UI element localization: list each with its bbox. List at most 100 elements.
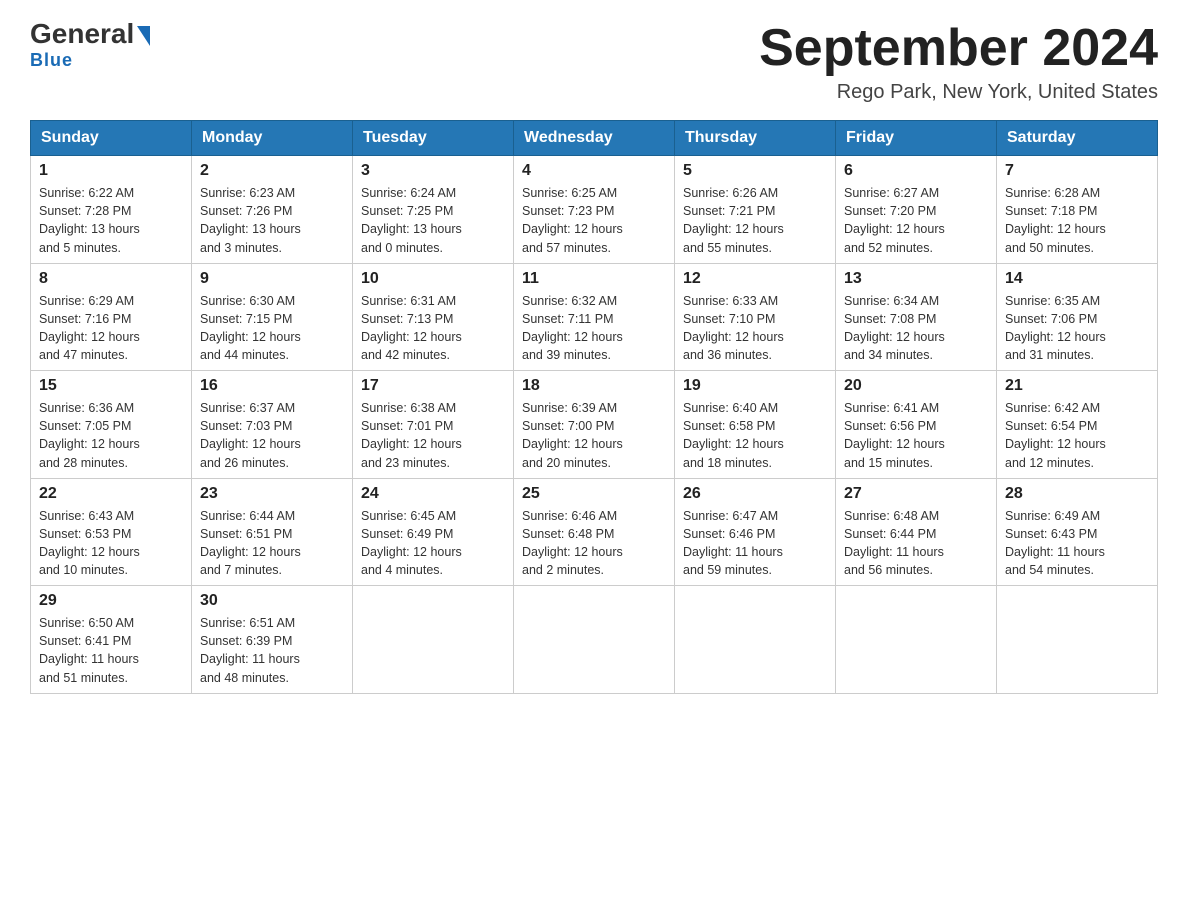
day-info: Sunrise: 6:37 AM Sunset: 7:03 PM Dayligh… bbox=[200, 399, 344, 472]
day-info: Sunrise: 6:48 AM Sunset: 6:44 PM Dayligh… bbox=[844, 507, 988, 580]
table-row: 29Sunrise: 6:50 AM Sunset: 6:41 PM Dayli… bbox=[31, 586, 192, 694]
table-row: 18Sunrise: 6:39 AM Sunset: 7:00 PM Dayli… bbox=[514, 371, 675, 479]
calendar-week-5: 29Sunrise: 6:50 AM Sunset: 6:41 PM Dayli… bbox=[31, 586, 1158, 694]
day-number: 6 bbox=[844, 162, 988, 180]
day-number: 19 bbox=[683, 377, 827, 395]
table-row: 8Sunrise: 6:29 AM Sunset: 7:16 PM Daylig… bbox=[31, 263, 192, 371]
table-row: 24 Sunrise: 6:45 AM Sunset: 6:49 PM Dayli… bbox=[353, 478, 514, 586]
day-number: 7 bbox=[1005, 162, 1149, 180]
table-row: 2 Sunrise: 6:23 AM Sunset: 7:26 PM Daylig… bbox=[192, 156, 353, 264]
calendar-header-row: Sunday Monday Tuesday Wednesday Thursday… bbox=[31, 121, 1158, 156]
day-info: Sunrise: 6:38 AM Sunset: 7:01 PM Dayligh… bbox=[361, 399, 505, 472]
calendar-table: Sunday Monday Tuesday Wednesday Thursday… bbox=[30, 120, 1158, 694]
table-row: 27 Sunrise: 6:48 AM Sunset: 6:44 PM Dayli… bbox=[836, 478, 997, 586]
day-info: Sunrise: 6:35 AM Sunset: 7:06 PM Dayligh… bbox=[1005, 292, 1149, 365]
day-info: Sunrise: 6:42 AM Sunset: 6:54 PM Dayligh… bbox=[1005, 399, 1149, 472]
table-row: 14 Sunrise: 6:35 AM Sunset: 7:06 PM Dayli… bbox=[997, 263, 1158, 371]
table-row: 1Sunrise: 6:22 AM Sunset: 7:28 PM Daylig… bbox=[31, 156, 192, 264]
table-row bbox=[997, 586, 1158, 694]
day-info: Sunrise: 6:40 AM Sunset: 6:58 PM Dayligh… bbox=[683, 399, 827, 472]
header-wednesday: Wednesday bbox=[514, 121, 675, 156]
table-row: 6Sunrise: 6:27 AM Sunset: 7:20 PM Daylig… bbox=[836, 156, 997, 264]
header-sunday: Sunday bbox=[31, 121, 192, 156]
day-number: 28 bbox=[1005, 485, 1149, 503]
location-subtitle: Rego Park, New York, United States bbox=[759, 81, 1158, 104]
day-info: Sunrise: 6:44 AM Sunset: 6:51 PM Dayligh… bbox=[200, 507, 344, 580]
day-number: 11 bbox=[522, 270, 666, 288]
day-info: Sunrise: 6:51 AM Sunset: 6:39 PM Dayligh… bbox=[200, 614, 344, 687]
table-row: 11 Sunrise: 6:32 AM Sunset: 7:11 PM Dayli… bbox=[514, 263, 675, 371]
day-number: 16 bbox=[200, 377, 344, 395]
day-number: 23 bbox=[200, 485, 344, 503]
day-number: 24 bbox=[361, 485, 505, 503]
table-row: 22 Sunrise: 6:43 AM Sunset: 6:53 PM Dayli… bbox=[31, 478, 192, 586]
table-row: 23 Sunrise: 6:44 AM Sunset: 6:51 PM Dayli… bbox=[192, 478, 353, 586]
day-number: 22 bbox=[39, 485, 183, 503]
table-row: 16 Sunrise: 6:37 AM Sunset: 7:03 PM Dayli… bbox=[192, 371, 353, 479]
day-number: 2 bbox=[200, 162, 344, 180]
day-info: Sunrise: 6:30 AM Sunset: 7:15 PM Dayligh… bbox=[200, 292, 344, 365]
table-row: 7Sunrise: 6:28 AM Sunset: 7:18 PM Daylig… bbox=[997, 156, 1158, 264]
day-info: Sunrise: 6:36 AM Sunset: 7:05 PM Dayligh… bbox=[39, 399, 183, 472]
logo-text: General bbox=[30, 20, 150, 48]
table-row bbox=[353, 586, 514, 694]
calendar-week-1: 1Sunrise: 6:22 AM Sunset: 7:28 PM Daylig… bbox=[31, 156, 1158, 264]
table-row: 9 Sunrise: 6:30 AM Sunset: 7:15 PM Daylig… bbox=[192, 263, 353, 371]
header-saturday: Saturday bbox=[997, 121, 1158, 156]
day-number: 12 bbox=[683, 270, 827, 288]
table-row: 17 Sunrise: 6:38 AM Sunset: 7:01 PM Dayli… bbox=[353, 371, 514, 479]
day-info: Sunrise: 6:49 AM Sunset: 6:43 PM Dayligh… bbox=[1005, 507, 1149, 580]
day-info: Sunrise: 6:31 AM Sunset: 7:13 PM Dayligh… bbox=[361, 292, 505, 365]
day-number: 25 bbox=[522, 485, 666, 503]
day-info: Sunrise: 6:41 AM Sunset: 6:56 PM Dayligh… bbox=[844, 399, 988, 472]
header-monday: Monday bbox=[192, 121, 353, 156]
table-row bbox=[836, 586, 997, 694]
day-number: 8 bbox=[39, 270, 183, 288]
day-number: 20 bbox=[844, 377, 988, 395]
day-number: 13 bbox=[844, 270, 988, 288]
day-info: Sunrise: 6:25 AM Sunset: 7:23 PM Dayligh… bbox=[522, 184, 666, 257]
day-number: 30 bbox=[200, 592, 344, 610]
day-number: 26 bbox=[683, 485, 827, 503]
calendar-week-2: 8Sunrise: 6:29 AM Sunset: 7:16 PM Daylig… bbox=[31, 263, 1158, 371]
day-number: 9 bbox=[200, 270, 344, 288]
calendar-week-4: 22 Sunrise: 6:43 AM Sunset: 6:53 PM Dayli… bbox=[31, 478, 1158, 586]
page-header: General Blue September 2024 Rego Park, N… bbox=[30, 20, 1158, 104]
calendar-week-3: 15Sunrise: 6:36 AM Sunset: 7:05 PM Dayli… bbox=[31, 371, 1158, 479]
day-info: Sunrise: 6:32 AM Sunset: 7:11 PM Dayligh… bbox=[522, 292, 666, 365]
day-number: 4 bbox=[522, 162, 666, 180]
day-number: 27 bbox=[844, 485, 988, 503]
table-row: 25 Sunrise: 6:46 AM Sunset: 6:48 PM Dayli… bbox=[514, 478, 675, 586]
day-info: Sunrise: 6:45 AM Sunset: 6:49 PM Dayligh… bbox=[361, 507, 505, 580]
calendar-title-area: September 2024 Rego Park, New York, Unit… bbox=[759, 20, 1158, 104]
header-thursday: Thursday bbox=[675, 121, 836, 156]
day-info: Sunrise: 6:50 AM Sunset: 6:41 PM Dayligh… bbox=[39, 614, 183, 687]
day-number: 3 bbox=[361, 162, 505, 180]
table-row: 19 Sunrise: 6:40 AM Sunset: 6:58 PM Dayli… bbox=[675, 371, 836, 479]
table-row: 28 Sunrise: 6:49 AM Sunset: 6:43 PM Dayli… bbox=[997, 478, 1158, 586]
logo: General Blue bbox=[30, 20, 150, 71]
table-row: 21 Sunrise: 6:42 AM Sunset: 6:54 PM Dayli… bbox=[997, 371, 1158, 479]
day-number: 21 bbox=[1005, 377, 1149, 395]
day-number: 18 bbox=[522, 377, 666, 395]
day-info: Sunrise: 6:23 AM Sunset: 7:26 PM Dayligh… bbox=[200, 184, 344, 257]
table-row: 10 Sunrise: 6:31 AM Sunset: 7:13 PM Dayli… bbox=[353, 263, 514, 371]
table-row: 20 Sunrise: 6:41 AM Sunset: 6:56 PM Dayli… bbox=[836, 371, 997, 479]
day-number: 1 bbox=[39, 162, 183, 180]
day-info: Sunrise: 6:43 AM Sunset: 6:53 PM Dayligh… bbox=[39, 507, 183, 580]
day-number: 14 bbox=[1005, 270, 1149, 288]
table-row: 5 Sunrise: 6:26 AM Sunset: 7:21 PM Daylig… bbox=[675, 156, 836, 264]
day-number: 5 bbox=[683, 162, 827, 180]
table-row: 15Sunrise: 6:36 AM Sunset: 7:05 PM Dayli… bbox=[31, 371, 192, 479]
table-row: 4 Sunrise: 6:25 AM Sunset: 7:23 PM Daylig… bbox=[514, 156, 675, 264]
table-row bbox=[675, 586, 836, 694]
day-info: Sunrise: 6:26 AM Sunset: 7:21 PM Dayligh… bbox=[683, 184, 827, 257]
day-number: 10 bbox=[361, 270, 505, 288]
month-year-title: September 2024 bbox=[759, 20, 1158, 77]
day-info: Sunrise: 6:24 AM Sunset: 7:25 PM Dayligh… bbox=[361, 184, 505, 257]
header-tuesday: Tuesday bbox=[353, 121, 514, 156]
table-row bbox=[514, 586, 675, 694]
day-info: Sunrise: 6:46 AM Sunset: 6:48 PM Dayligh… bbox=[522, 507, 666, 580]
day-info: Sunrise: 6:33 AM Sunset: 7:10 PM Dayligh… bbox=[683, 292, 827, 365]
day-number: 17 bbox=[361, 377, 505, 395]
